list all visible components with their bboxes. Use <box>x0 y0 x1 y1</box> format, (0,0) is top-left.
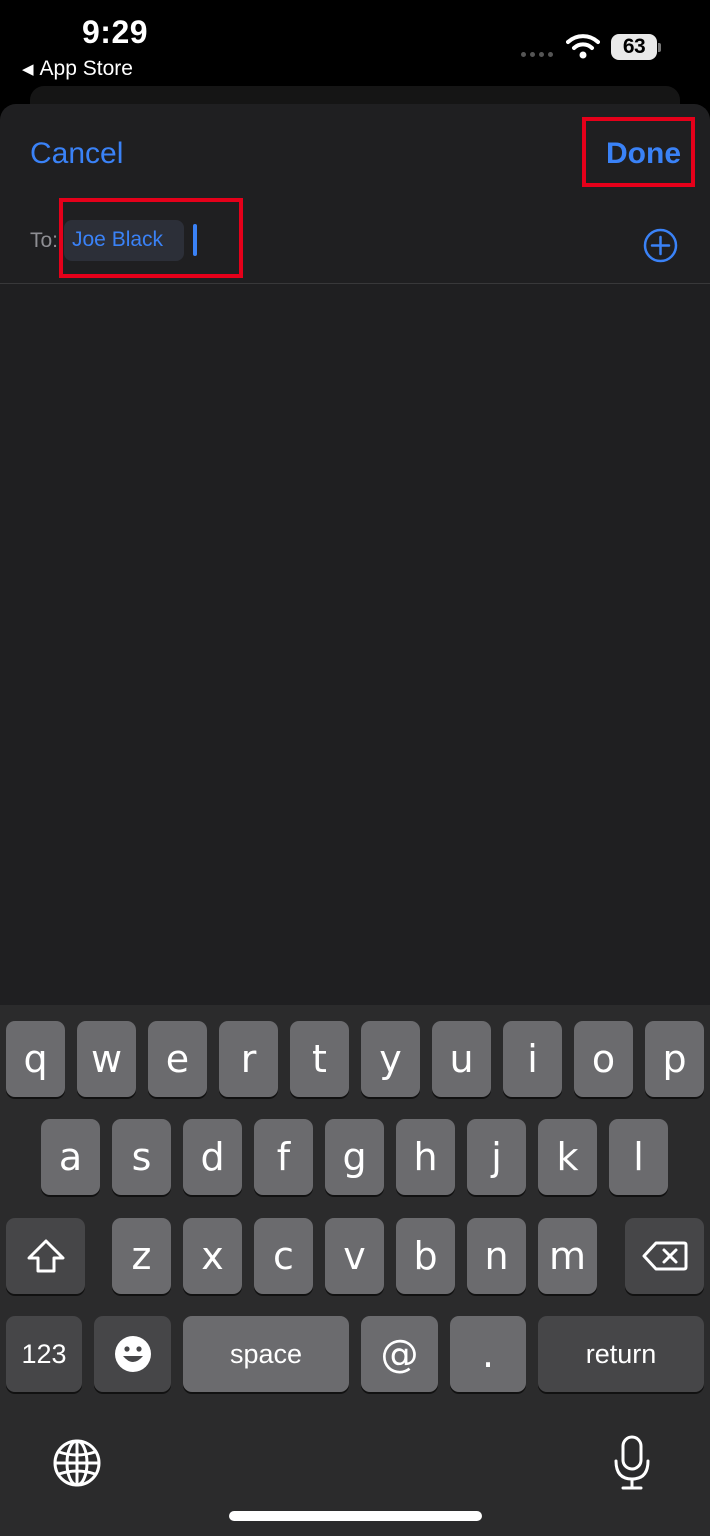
key-a[interactable]: a <box>41 1119 100 1195</box>
done-highlight-box <box>582 117 695 187</box>
emoji-key[interactable] <box>94 1316 171 1392</box>
back-arrow-icon: ◀ <box>22 61 34 78</box>
back-to-app-store-link[interactable]: ◀ App Store <box>22 57 133 81</box>
numbers-key[interactable]: 123 <box>6 1316 82 1392</box>
shift-icon <box>27 1239 64 1273</box>
at-key[interactable]: @ <box>361 1316 438 1392</box>
key-x[interactable]: x <box>183 1218 242 1294</box>
key-p[interactable]: p <box>645 1021 704 1097</box>
period-key[interactable]: . <box>450 1316 526 1392</box>
cancel-button[interactable]: Cancel <box>30 137 123 171</box>
cellular-signal-icon <box>521 52 553 57</box>
key-e[interactable]: e <box>148 1021 207 1097</box>
key-v[interactable]: v <box>325 1218 384 1294</box>
battery-nub <box>658 43 661 52</box>
add-contact-icon[interactable] <box>643 228 678 263</box>
key-r[interactable]: r <box>219 1021 278 1097</box>
key-u[interactable]: u <box>432 1021 491 1097</box>
key-b[interactable]: b <box>396 1218 455 1294</box>
key-i[interactable]: i <box>503 1021 562 1097</box>
wifi-icon <box>566 34 600 59</box>
key-g[interactable]: g <box>325 1119 384 1195</box>
key-h[interactable]: h <box>396 1119 455 1195</box>
back-app-label: App Store <box>39 57 133 80</box>
key-n[interactable]: n <box>467 1218 526 1294</box>
key-l[interactable]: l <box>609 1119 668 1195</box>
key-w[interactable]: w <box>77 1021 136 1097</box>
return-key[interactable]: return <box>538 1316 704 1392</box>
delete-icon <box>642 1241 687 1271</box>
status-time: 9:29 <box>82 14 149 50</box>
key-m[interactable]: m <box>538 1218 597 1294</box>
key-t[interactable]: t <box>290 1021 349 1097</box>
delete-key[interactable] <box>625 1218 704 1294</box>
key-s[interactable]: s <box>112 1119 171 1195</box>
key-j[interactable]: j <box>467 1119 526 1195</box>
home-indicator[interactable] <box>229 1511 482 1521</box>
key-k[interactable]: k <box>538 1119 597 1195</box>
microphone-icon[interactable] <box>612 1435 652 1491</box>
key-d[interactable]: d <box>183 1119 242 1195</box>
key-f[interactable]: f <box>254 1119 313 1195</box>
to-label: To: <box>30 229 59 252</box>
key-c[interactable]: c <box>254 1218 313 1294</box>
recipient-highlight-box <box>59 198 243 278</box>
recipient-divider <box>0 283 710 284</box>
key-o[interactable]: o <box>574 1021 633 1097</box>
emoji-icon <box>114 1336 151 1372</box>
globe-icon[interactable] <box>52 1438 102 1488</box>
battery-icon: 63 <box>611 34 657 60</box>
key-y[interactable]: y <box>361 1021 420 1097</box>
space-key[interactable]: space <box>183 1316 349 1392</box>
key-z[interactable]: z <box>112 1218 171 1294</box>
key-q[interactable]: q <box>6 1021 65 1097</box>
shift-key[interactable] <box>6 1218 85 1294</box>
